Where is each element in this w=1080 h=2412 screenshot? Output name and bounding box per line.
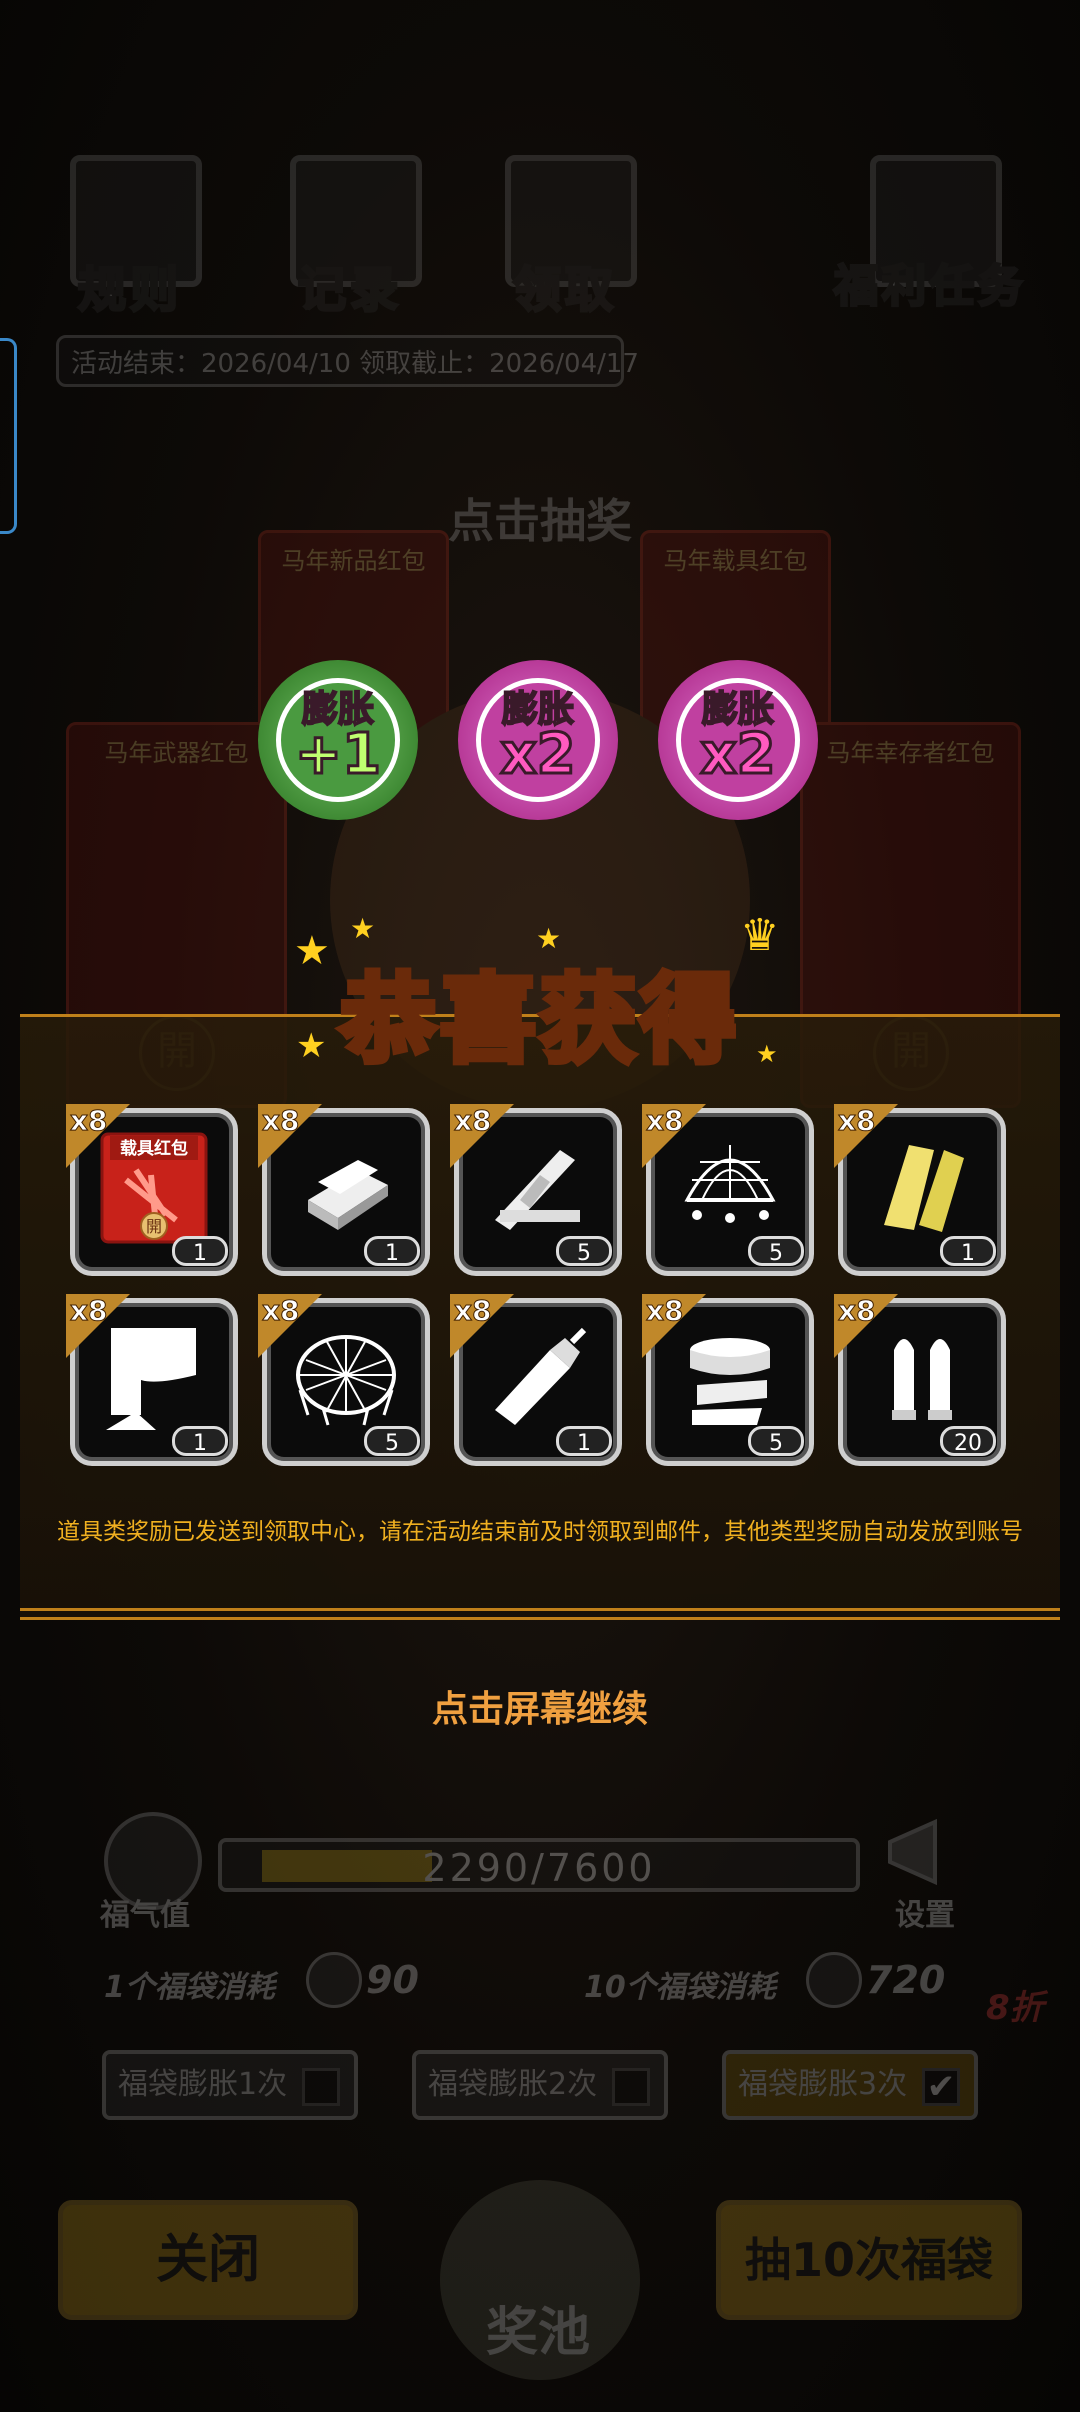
item-count: 5 (748, 1426, 804, 1456)
claim-label: 领取 (511, 261, 617, 320)
star-icon: ★ (350, 912, 376, 945)
welfare-task-button[interactable]: 福利任务 (830, 140, 1030, 330)
expand-twice-label: 福袋膨胀2次 (428, 2067, 598, 2102)
fortune-progress-text: 2290/7600 (422, 1846, 656, 1890)
side-tab[interactable] (0, 338, 17, 534)
reward-item[interactable]: x8 1 (450, 1294, 626, 1470)
item-multiplier: x8 (262, 1104, 301, 1138)
item-multiplier: x8 (262, 1294, 301, 1328)
reward-item[interactable]: x8 1 (66, 1294, 242, 1470)
item-multiplier: x8 (70, 1294, 109, 1328)
congrats-title: 恭喜获得 (337, 961, 740, 1079)
item-multiplier: x8 (646, 1294, 685, 1328)
fortune-token-icon (306, 1952, 362, 2008)
item-count: 20 (940, 1426, 996, 1456)
claim-button[interactable]: 领取 (475, 140, 655, 330)
rules-label: 规则 (76, 261, 182, 320)
settings-label: 设置 (895, 1898, 955, 1933)
fortune-progress-bar: 2290/7600 (218, 1838, 860, 1892)
item-count: 1 (364, 1236, 420, 1266)
item-count: 1 (940, 1236, 996, 1266)
reward-item[interactable]: x8 5 (450, 1104, 626, 1280)
reward-item[interactable]: x8 1 (258, 1104, 434, 1280)
badge-expand-3: 膨胀 x2 (658, 660, 818, 820)
item-count: 5 (364, 1426, 420, 1456)
reward-item[interactable]: x8 20 (834, 1294, 1010, 1470)
fortune-label: 福气值 (100, 1898, 190, 1933)
draw-ten-button[interactable]: 抽10次福袋 (716, 2200, 1022, 2320)
reward-item[interactable]: 载具红包開 x8 1 (66, 1104, 242, 1280)
item-multiplier: x8 (646, 1104, 685, 1138)
expand-once-option[interactable]: 福袋膨胀1次 (102, 2050, 358, 2120)
envelope-seal-text: 開 (146, 1217, 162, 1236)
cost-one-value: 90 (366, 1958, 419, 2002)
item-count: 5 (556, 1236, 612, 1266)
expand-thrice-option[interactable]: 福袋膨胀3次 ✔ (722, 2050, 978, 2120)
reward-notice: 道具类奖励已发送到领取中心，请在活动结束前及时领取到邮件，其他类型奖励自动发放到… (57, 1519, 1023, 1545)
expand-once-label: 福袋膨胀1次 (118, 2067, 288, 2102)
settings-megaphone-icon[interactable] (880, 1812, 970, 1892)
fortune-token-icon (806, 1952, 862, 2008)
cost-ten-label: 10个福袋消耗 (584, 1970, 776, 2005)
envelope-label-text: 载具红包 (120, 1138, 188, 1159)
item-multiplier: x8 (838, 1294, 877, 1328)
reward-item[interactable]: x8 5 (642, 1294, 818, 1470)
expand-twice-checkbox[interactable] (612, 2068, 650, 2106)
badge-value: +1 (294, 721, 383, 789)
expand-once-checkbox[interactable] (302, 2068, 340, 2106)
reward-item[interactable]: x8 5 (642, 1104, 818, 1280)
event-dates: 活动结束：2026/04/10 领取截止：2026/04/17 (56, 335, 639, 387)
expand-thrice-checkbox[interactable]: ✔ (922, 2068, 960, 2106)
expand-thrice-label: 福袋膨胀3次 (738, 2067, 908, 2102)
record-button[interactable]: 记录 (260, 140, 440, 330)
item-count: 1 (172, 1426, 228, 1456)
reward-item[interactable]: x8 1 (834, 1104, 1010, 1280)
envelope-label: 马年新品红包 (281, 547, 426, 575)
badge-value: x2 (499, 721, 577, 789)
close-button[interactable]: 关闭 (58, 2200, 358, 2320)
item-count: 1 (172, 1236, 228, 1266)
item-count: 5 (748, 1236, 804, 1266)
badge-value: x2 (699, 721, 777, 789)
badge-expand-1: 膨胀 +1 (258, 660, 418, 820)
badge-expand-2: 膨胀 x2 (458, 660, 618, 820)
envelope-label: 马年载具红包 (663, 547, 808, 575)
prize-pool-label: 奖池 (486, 2303, 591, 2363)
discount-label: 8折 (986, 1988, 1044, 2028)
divider (20, 1608, 1060, 1611)
cost-one-label: 1个福袋消耗 (104, 1970, 275, 2005)
rules-button[interactable]: 规则 (40, 140, 220, 330)
item-multiplier: x8 (454, 1294, 493, 1328)
reward-item[interactable]: x8 5 (258, 1294, 434, 1470)
envelope-label: 马年幸存者红包 (826, 739, 995, 767)
record-label: 记录 (296, 261, 402, 320)
tap-to-continue[interactable]: 点击屏幕继续 (380, 1680, 700, 1732)
expand-twice-option[interactable]: 福袋膨胀2次 (412, 2050, 668, 2120)
envelope-label: 马年武器红包 (104, 739, 249, 767)
item-multiplier: x8 (70, 1104, 109, 1138)
click-draw-hint: 点击抽奖 (448, 494, 632, 548)
item-count: 1 (556, 1426, 612, 1456)
welfare-task-label: 福利任务 (833, 260, 1026, 314)
item-multiplier: x8 (454, 1104, 493, 1138)
cost-ten-value: 720 (866, 1958, 946, 2002)
item-multiplier: x8 (838, 1104, 877, 1138)
